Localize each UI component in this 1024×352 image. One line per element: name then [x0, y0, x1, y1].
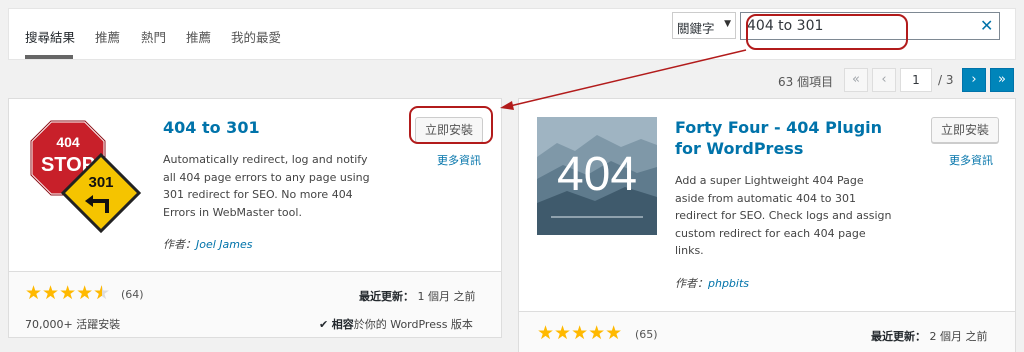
- annotation-arrow: [500, 49, 747, 110]
